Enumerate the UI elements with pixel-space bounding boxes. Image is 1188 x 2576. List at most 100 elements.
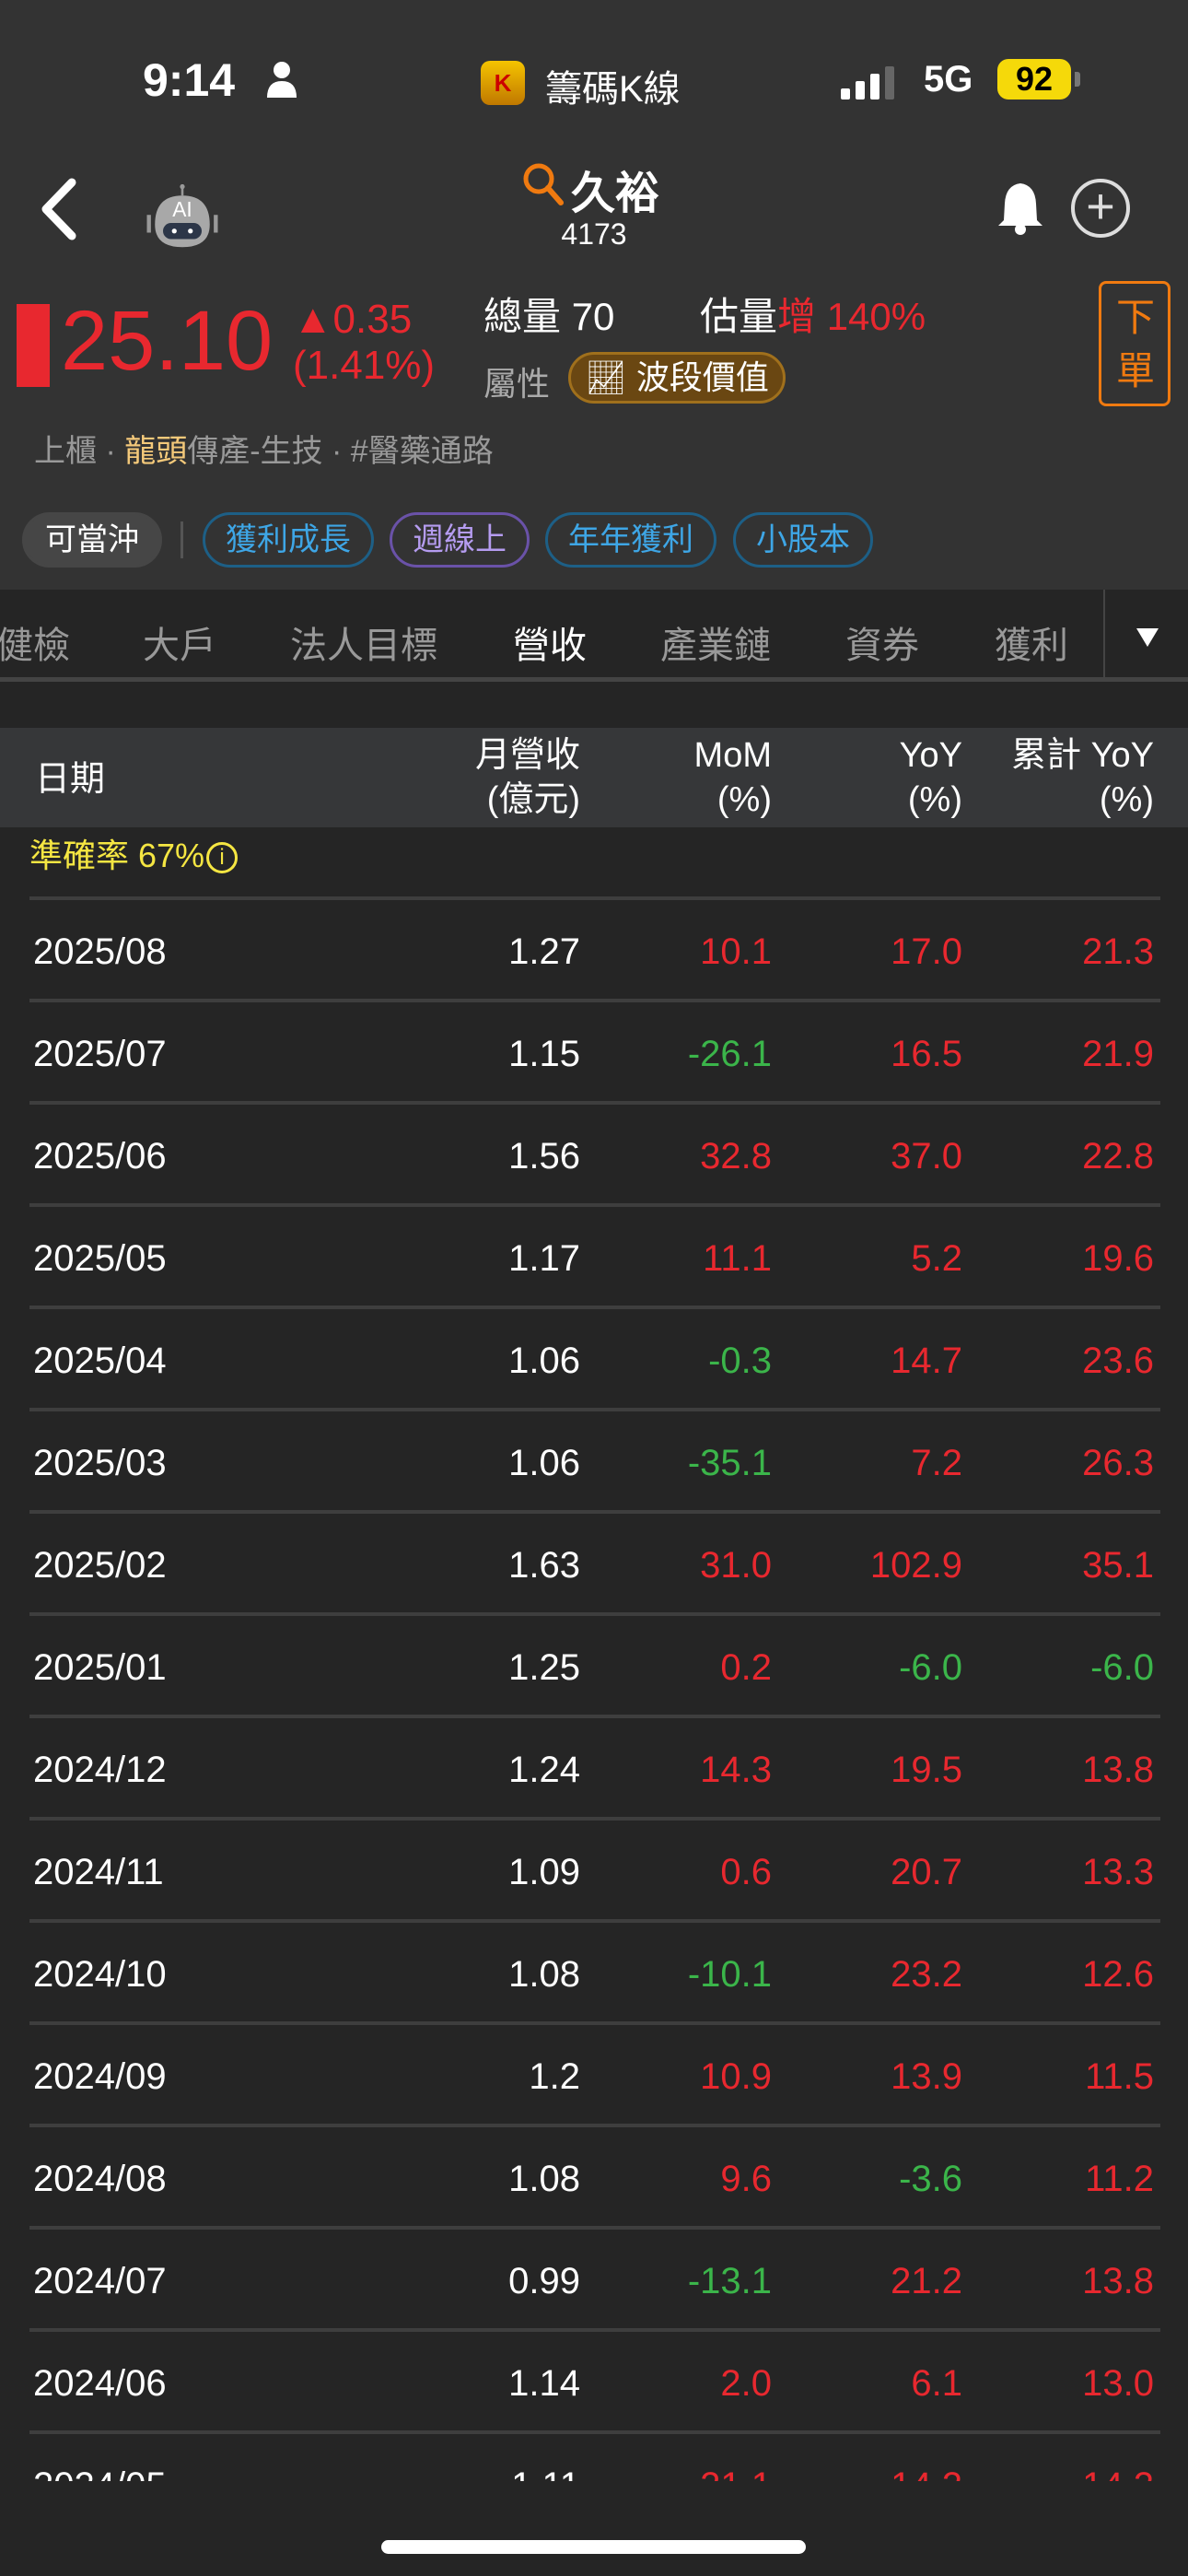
table-row[interactable]: 2025/04 1.06 -0.3 14.7 23.6 — [29, 1306, 1160, 1408]
price-change: ▲0.35 (1.41%) — [293, 297, 435, 389]
cell-date: 2025/01 — [33, 1647, 167, 1688]
cell-cum-yoy: 21.3 — [1082, 931, 1154, 972]
attribute-badge[interactable]: 📈︎ 波段價值 — [568, 352, 786, 404]
est-value: 140% — [826, 295, 926, 338]
cell-date: 2025/05 — [33, 1238, 167, 1279]
cell-mom: 10.9 — [700, 2056, 772, 2097]
cell-mom: -26.1 — [687, 1034, 772, 1074]
status-time: 9:14 — [143, 54, 236, 106]
header-yoy[interactable]: YoY (%) — [900, 733, 962, 822]
chip-day-trade[interactable]: 可當沖 — [22, 512, 162, 568]
header-revenue[interactable]: 月營收 (億元) — [475, 733, 580, 822]
cell-cum-yoy: 13.3 — [1082, 1852, 1154, 1892]
tag-hashtag[interactable]: #醫藥通路 — [351, 434, 494, 469]
cell-yoy: 102.9 — [869, 1545, 962, 1586]
table-row[interactable]: 2024/10 1.08 -10.1 23.2 12.6 — [29, 1919, 1160, 2021]
attribute-badge-label: 波段價值 — [635, 358, 769, 396]
table-row[interactable]: 2025/03 1.06 -35.1 7.2 26.3 — [29, 1408, 1160, 1510]
cell-yoy: -3.6 — [899, 2159, 962, 2199]
cell-mom: 9.6 — [720, 2159, 772, 2199]
order-button[interactable]: 下單 — [1099, 281, 1171, 406]
est-direction: 增 — [777, 295, 817, 338]
chip-weekly-above[interactable]: 週線上 — [390, 512, 530, 568]
cell-yoy: 16.5 — [891, 1034, 962, 1074]
tab-big-holders[interactable]: 大戶 — [143, 615, 216, 669]
table-row[interactable]: 2025/01 1.25 0.2 -6.0 -6.0 — [29, 1612, 1160, 1715]
cell-date: 2024/09 — [33, 2056, 167, 2097]
cell-yoy: 21.2 — [891, 2261, 962, 2301]
table-row[interactable]: 2024/08 1.08 9.6 -3.6 11.2 — [29, 2124, 1160, 2226]
tag-sep: · — [105, 434, 116, 469]
tab-industry-chain[interactable]: 產業鏈 — [660, 615, 771, 669]
cell-cum-yoy: 21.9 — [1082, 1034, 1154, 1074]
table-row[interactable]: 2024/11 1.09 0.6 20.7 13.3 — [29, 1817, 1160, 1919]
cell-date: 2024/11 — [33, 1852, 164, 1892]
tag-leader[interactable]: 龍頭 — [124, 434, 187, 469]
cell-cum-yoy: 11.2 — [1085, 2159, 1154, 2199]
cell-yoy: 14.7 — [891, 1341, 962, 1381]
tab-profit[interactable]: 獲利 — [995, 615, 1068, 669]
cell-date: 2024/12 — [33, 1750, 167, 1790]
header-mom[interactable]: MoM (%) — [694, 733, 772, 822]
info-icon[interactable]: i — [206, 842, 239, 874]
tag-industry[interactable]: 傳產-生技 — [187, 434, 322, 469]
chip-small-cap[interactable]: 小股本 — [733, 512, 873, 568]
stock-tags: 上櫃 · 龍頭傳產-生技 · #醫藥通路 — [34, 426, 494, 471]
table-row[interactable]: 2024/05 1.11 21.1 14.2 14.2 — [29, 2430, 1160, 2481]
cell-date: 2024/07 — [33, 2261, 167, 2301]
header-cum-yoy[interactable]: 累計 YoY (%) — [1011, 733, 1154, 822]
tab-health[interactable]: 健檢 — [0, 615, 70, 669]
stock-name[interactable]: 久裕 — [571, 157, 659, 221]
cell-cum-yoy: 13.8 — [1082, 1750, 1154, 1790]
cell-date: 2025/03 — [33, 1443, 167, 1483]
cell-mom: 0.6 — [720, 1852, 772, 1892]
table-row[interactable]: 2025/02 1.63 31.0 102.9 35.1 — [29, 1510, 1160, 1612]
tab-more-button[interactable] — [1103, 590, 1188, 682]
add-watchlist-button[interactable]: + — [1071, 179, 1130, 238]
table-row[interactable]: 2025/06 1.56 32.8 37.0 22.8 — [29, 1101, 1160, 1203]
cell-yoy: 6.1 — [911, 2363, 962, 2404]
cell-date: 2025/07 — [33, 1034, 167, 1074]
cell-yoy: 20.7 — [891, 1852, 962, 1892]
tab-margin[interactable]: 資券 — [845, 615, 919, 669]
table-row[interactable]: 2024/07 0.99 -13.1 21.2 13.8 — [29, 2226, 1160, 2328]
cell-mom: 0.2 — [720, 1647, 772, 1688]
signal-icon — [841, 66, 894, 100]
cell-mom: 32.8 — [700, 1136, 772, 1177]
search-icon[interactable] — [520, 160, 566, 206]
cell-revenue: 1.56 — [508, 1136, 580, 1177]
cell-yoy: 17.0 — [891, 931, 962, 972]
person-icon — [267, 62, 297, 98]
cell-revenue: 1.11 — [511, 2465, 580, 2481]
bell-icon[interactable] — [995, 180, 1046, 237]
cell-mom: 11.1 — [703, 1238, 772, 1279]
cell-revenue: 1.14 — [508, 2363, 580, 2404]
table-header: 日期 月營收 (億元) MoM (%) YoY (%) 累計 YoY (%) — [0, 728, 1188, 827]
chip-profit-growth[interactable]: 獲利成長 — [203, 512, 374, 568]
tab-target[interactable]: 法人目標 — [290, 615, 437, 669]
cell-cum-yoy: 19.6 — [1082, 1238, 1154, 1279]
table-row[interactable]: 2024/12 1.24 14.3 19.5 13.8 — [29, 1715, 1160, 1817]
table-row[interactable]: 2024/09 1.2 10.9 13.9 11.5 — [29, 2021, 1160, 2124]
header-revenue-line2: (億元) — [486, 780, 580, 819]
cell-yoy: 13.9 — [891, 2056, 962, 2097]
table-row[interactable]: 2024/06 1.14 2.0 6.1 13.0 — [29, 2328, 1160, 2430]
table-row[interactable]: 2025/05 1.17 11.1 5.2 19.6 — [29, 1203, 1160, 1306]
cell-cum-yoy: 26.3 — [1082, 1443, 1154, 1483]
table-row[interactable]: 2025/08 1.27 10.1 17.0 21.3 — [29, 896, 1160, 999]
header-cum-line2: (%) — [1099, 780, 1154, 819]
cell-date: 2024/06 — [33, 2363, 167, 2404]
home-indicator[interactable] — [381, 2540, 806, 2554]
chip-yearly-profit[interactable]: 年年獲利 — [545, 512, 716, 568]
network-label: 5G — [924, 59, 973, 100]
header-mom-line2: (%) — [716, 780, 772, 819]
cell-revenue: 1.08 — [508, 1954, 580, 1995]
header-date[interactable]: 日期 — [35, 757, 105, 802]
cell-yoy: 23.2 — [891, 1954, 962, 1995]
cell-yoy: 19.5 — [891, 1750, 962, 1790]
cell-revenue: 1.15 — [508, 1034, 580, 1074]
cell-revenue: 1.17 — [508, 1238, 580, 1279]
tab-revenue[interactable]: 營收 — [513, 615, 587, 669]
app-icon: K — [481, 61, 525, 105]
table-row[interactable]: 2025/07 1.15 -26.1 16.5 21.9 — [29, 999, 1160, 1101]
